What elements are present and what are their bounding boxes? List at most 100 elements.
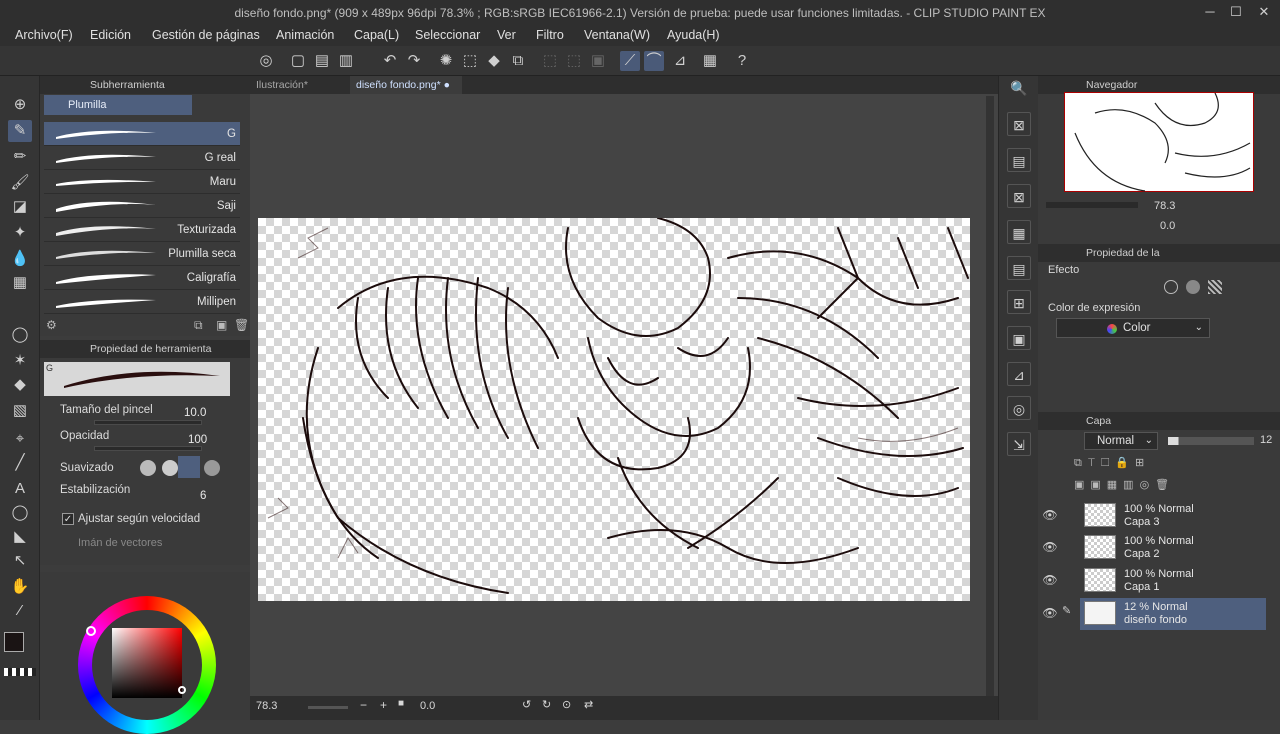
adjust-speed-checkbox[interactable]: ✓ [62,513,74,525]
auto-action-icon[interactable]: ⊿ [1007,362,1031,386]
search-icon[interactable]: 🔍 [1007,76,1031,100]
blend-mode-dropdown[interactable]: Normal ⌄ [1084,432,1158,450]
animation-panel-icon[interactable]: ▣ [1007,326,1031,350]
loading-icon[interactable]: ✺ [436,51,456,71]
transparent-color-swatch[interactable] [4,668,36,676]
eye-icon[interactable]: 👁 [1042,540,1058,554]
color-handle[interactable] [178,686,186,694]
smoothing-option[interactable] [204,460,220,476]
menu-ver[interactable]: Ver [497,28,516,42]
eye-icon[interactable]: 👁 [1042,508,1058,522]
save-icon[interactable]: ▥ [336,51,356,71]
crop-icon[interactable]: ▣ [588,51,608,71]
navigator-preview[interactable] [1064,92,1254,192]
close-panel-icon[interactable]: ⊠ [1007,184,1031,208]
brush-item[interactable]: Saji [44,194,240,218]
minimize-button[interactable]: ─ [1200,4,1220,22]
open-file-icon[interactable]: ▤ [312,51,332,71]
history-panel-icon[interactable]: ▤ [1007,256,1031,280]
layer-opacity-slider[interactable] [1168,437,1254,445]
stabilization-value[interactable]: 6 [200,490,206,502]
tab-diseno-fondo[interactable]: diseño fondo.png* ● [350,76,462,94]
pencil-tool-icon[interactable]: ✏ [8,146,32,168]
lasso-tool-icon[interactable]: ◯ [8,324,32,346]
brush-item[interactable]: G [44,122,240,146]
brush-tool-icon[interactable]: 🖌 [8,172,32,194]
menu-ventana[interactable]: Ventana(W) [584,28,650,42]
item-bank-icon[interactable]: ◎ [1007,396,1031,420]
snap-grid-icon[interactable]: ⊿ [670,51,690,71]
layer-opacity-value[interactable]: 12 [1260,434,1272,446]
move-tool-icon[interactable]: ⊕ [8,94,32,116]
material-panel-icon[interactable]: ⊠ [1007,112,1031,136]
main-color-swatch[interactable] [4,632,24,652]
eraser-tool-icon[interactable]: ◪ [8,196,32,218]
eye-icon[interactable]: 👁 [1042,573,1058,587]
help-icon[interactable]: ? [732,51,752,71]
brush-size-value[interactable]: 10.0 [184,407,206,419]
brush-item[interactable]: Plumilla seca [44,242,240,266]
decoration-tool-icon[interactable]: ✦ [8,222,32,244]
effect-tone-icon[interactable] [1186,280,1200,294]
clear-icon[interactable]: ⬚ [460,51,480,71]
brush-item[interactable]: G real [44,146,240,170]
smoothing-option[interactable] [162,460,178,476]
opacity-slider[interactable] [94,446,202,451]
menu-capa[interactable]: Capa(L) [354,28,399,42]
grid-tool-icon[interactable]: ▦ [8,272,32,294]
layer-panel-icon[interactable]: ▤ [1007,148,1031,172]
stop-icon[interactable]: ■ [398,698,404,709]
smoothing-option-selected[interactable] [178,456,200,478]
menu-seleccionar[interactable]: Seleccionar [415,28,480,42]
menu-archivo[interactable]: Archivo(F) [15,28,73,42]
effect-pattern-icon[interactable] [1208,280,1222,294]
balloon-tool-icon[interactable]: ◯ [8,502,32,524]
layer-row[interactable]: 100 % Normal Capa 1 [1080,565,1266,597]
snap-special-ruler-icon[interactable]: ⌒ [644,51,664,71]
opacity-value[interactable]: 100 [188,434,207,446]
fill-tool-icon[interactable]: ◆ [8,374,32,396]
redo-icon[interactable]: ↷ [404,51,424,71]
navigator-angle-value[interactable]: 0.0 [1160,220,1175,232]
navigator-zoom-slider[interactable] [1046,202,1138,208]
effect-border-icon[interactable] [1164,280,1178,294]
auto-select-tool-icon[interactable]: ✶ [8,350,32,372]
maximize-button[interactable]: ☐ [1226,4,1246,22]
flip-icon[interactable]: ⇄ [584,698,593,711]
text-tool-icon[interactable]: A [8,478,32,500]
brush-item[interactable]: Millipen [44,290,240,314]
fill-icon[interactable]: ◆ [484,51,504,71]
rotate-right-icon[interactable]: ↻ [542,698,551,711]
tab-ilustracion[interactable]: Ilustración* [250,76,346,94]
drawing-canvas[interactable] [258,218,970,601]
create-subtool-icon[interactable]: ▣ [216,318,227,332]
clipboard-icon[interactable]: ▦ [700,51,720,71]
brush-item[interactable]: Texturizada [44,218,240,242]
rotate-left-icon[interactable]: ↺ [522,698,531,711]
new-file-icon[interactable]: ▢ [288,51,308,71]
figure-tool-icon[interactable]: ╱ [8,452,32,474]
saturation-square[interactable] [112,628,182,698]
menu-edicion[interactable]: Edición [90,28,131,42]
zoom-in-icon[interactable]: + [380,698,387,712]
layer-row-selected[interactable]: 12 % Normal diseño fondo [1080,598,1266,630]
navigator-zoom-value[interactable]: 78.3 [1154,200,1175,212]
delete-subtool-icon[interactable]: 🗑 [234,318,249,332]
layer-row[interactable]: 100 % Normal Capa 2 [1080,532,1266,564]
operation-tool-icon[interactable]: ⌖ [8,428,32,450]
grid-panel-icon[interactable]: ▦ [1007,220,1031,244]
close-button[interactable]: ✕ [1254,4,1274,22]
subtool-settings-icon[interactable]: ⚙ [46,318,57,332]
correct-line-tool-icon[interactable]: ↖ [8,550,32,572]
blend-tool-icon[interactable]: 💧 [8,248,32,270]
gradient-tool-icon[interactable]: ▧ [8,400,32,422]
transform-icon[interactable]: ⧉ [508,51,528,71]
copy-subtool-icon[interactable]: ⧉ [194,318,203,333]
eyedropper-tool-icon[interactable]: ⁄ [8,600,32,622]
expression-color-dropdown[interactable]: Color ⌄ [1056,318,1210,338]
menu-ayuda[interactable]: Ayuda(H) [667,28,720,42]
menu-animacion[interactable]: Animación [276,28,334,42]
brush-size-slider[interactable] [94,420,202,425]
zoom-slider[interactable] [308,706,348,709]
menu-gestion-paginas[interactable]: Gestión de páginas [152,28,260,42]
